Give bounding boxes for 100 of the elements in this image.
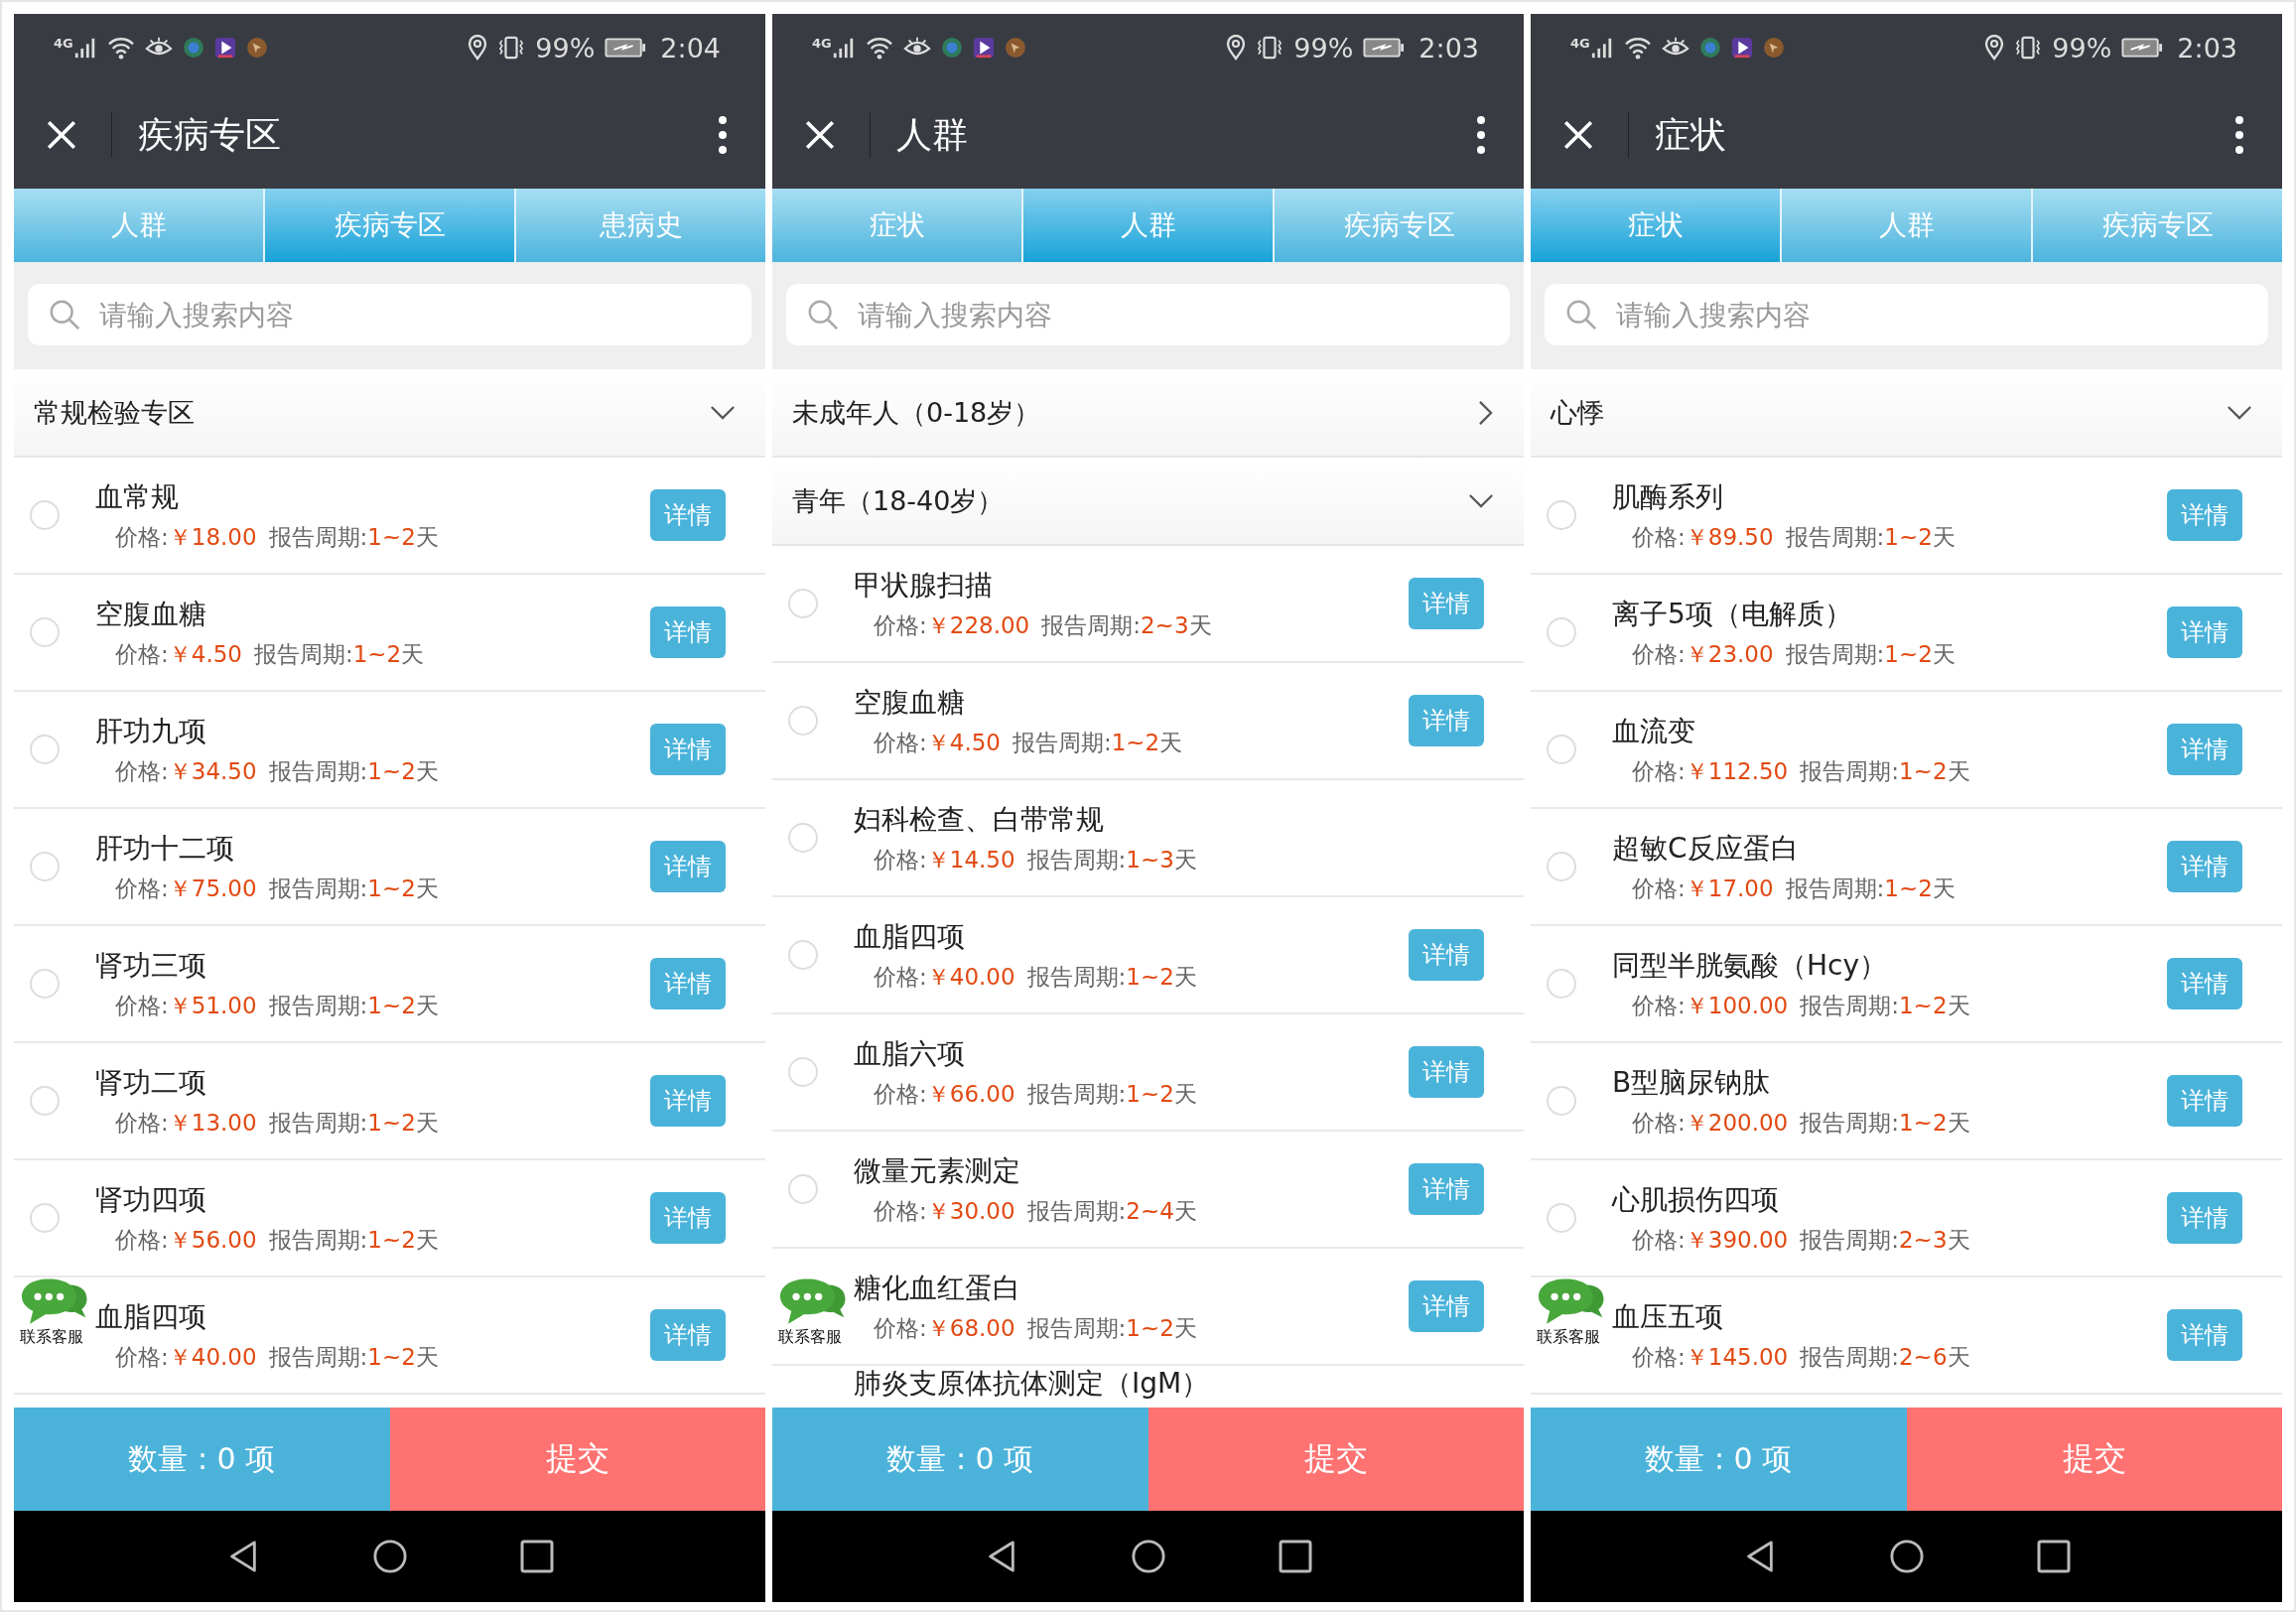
search-field[interactable]: 请输入搜索内容 [786, 284, 1510, 345]
radio-button[interactable] [788, 940, 818, 970]
price-label: 价格: [115, 874, 169, 901]
tab[interactable]: 疾病专区 [1273, 189, 1524, 262]
customer-service-button[interactable]: 联系客服 [20, 1277, 89, 1348]
period-label: 报告周期: [268, 1226, 368, 1253]
more-icon [718, 115, 728, 155]
battery-icon [1363, 37, 1406, 59]
period-label: 报告周期: [268, 757, 368, 784]
radio-button[interactable] [1547, 969, 1576, 999]
item-name: 血脂四项 [854, 918, 966, 955]
detail-button[interactable]: 详情 [2167, 1075, 2242, 1127]
network-label: 4G [812, 36, 832, 51]
signal-icon [831, 36, 856, 60]
detail-button[interactable]: 详情 [1409, 1163, 1484, 1215]
recents-button[interactable] [2036, 1540, 2071, 1573]
period-label: 报告周期: [1800, 1343, 1899, 1370]
detail-button[interactable]: 详情 [1409, 929, 1484, 981]
close-button[interactable] [46, 119, 77, 151]
radio-button[interactable] [788, 823, 818, 853]
close-button[interactable] [804, 119, 836, 151]
search-field[interactable]: 请输入搜索内容 [28, 284, 751, 345]
period-label: 报告周期: [1785, 874, 1885, 901]
radio-button[interactable] [30, 852, 60, 881]
tab[interactable]: 人群 [14, 189, 263, 262]
submit-button[interactable]: 提交 [389, 1408, 765, 1511]
home-button[interactable] [1889, 1540, 1924, 1573]
radio-button[interactable] [788, 1174, 818, 1204]
home-button[interactable] [1131, 1540, 1165, 1573]
radio-button[interactable] [30, 1203, 60, 1233]
item-name: 肝功九项 [95, 713, 207, 749]
radio-button[interactable] [1547, 500, 1576, 530]
period-value: 1~2 [1126, 963, 1174, 990]
quantity-bar: 数量 : 0 项 [772, 1408, 1148, 1511]
detail-button[interactable]: 详情 [1409, 1046, 1484, 1098]
price-label: 价格: [1632, 992, 1686, 1018]
app-icon [182, 37, 204, 59]
home-button[interactable] [372, 1540, 407, 1573]
radio-button[interactable] [1547, 1086, 1576, 1116]
detail-button[interactable]: 详情 [650, 841, 726, 892]
detail-button[interactable]: 详情 [650, 1192, 726, 1244]
quantity-bar: 数量 : 0 项 [1531, 1408, 1907, 1511]
tab[interactable]: 症状 [1531, 189, 1780, 262]
radio-button[interactable] [788, 589, 818, 618]
radio-button[interactable] [30, 617, 60, 647]
customer-service-button[interactable]: 联系客服 [1537, 1277, 1606, 1348]
period-unit: 天 [1173, 1080, 1197, 1107]
detail-button[interactable]: 详情 [650, 958, 726, 1009]
item-name: 肾功四项 [95, 1181, 207, 1218]
detail-button[interactable]: 详情 [650, 606, 726, 658]
price: ￥390.00 [1685, 1226, 1789, 1253]
period-value: 1~2 [1126, 1080, 1174, 1107]
radio-button[interactable] [1547, 617, 1576, 647]
customer-service-button[interactable]: 联系客服 [778, 1277, 848, 1348]
radio-button[interactable] [1547, 852, 1576, 881]
radio-button[interactable] [788, 706, 818, 736]
radio-button[interactable] [30, 735, 60, 764]
period-label: 报告周期: [268, 523, 368, 550]
tab[interactable]: 人群 [1780, 189, 2031, 262]
period-value: 2~6 [1899, 1343, 1948, 1370]
tab[interactable]: 患病史 [514, 189, 765, 262]
price: ￥89.50 [1685, 523, 1774, 550]
price: ￥100.00 [1685, 992, 1789, 1018]
radio-button[interactable] [30, 500, 60, 530]
price: ￥51.00 [168, 992, 257, 1018]
submit-button[interactable]: 提交 [1148, 1408, 1524, 1511]
detail-button[interactable]: 详情 [650, 489, 726, 541]
tab[interactable]: 症状 [772, 189, 1021, 262]
detail-button[interactable]: 详情 [650, 1075, 726, 1127]
recents-button[interactable] [519, 1540, 554, 1573]
search-field[interactable]: 请输入搜索内容 [1545, 284, 2268, 345]
radio-button[interactable] [30, 1086, 60, 1116]
more-icon [2234, 115, 2244, 155]
recents-icon [519, 1540, 554, 1573]
detail-button[interactable]: 详情 [2167, 606, 2242, 658]
submit-button[interactable]: 提交 [1906, 1408, 2282, 1511]
page-title: 症状 [1655, 112, 1727, 157]
tab[interactable]: 疾病专区 [263, 189, 514, 262]
group-title: 心悸 [1551, 395, 1604, 430]
item-name: 血脂六项 [854, 1035, 966, 1072]
detail-button[interactable]: 详情 [650, 1309, 726, 1361]
tab[interactable]: 人群 [1021, 189, 1273, 262]
detail-button[interactable]: 详情 [2167, 489, 2242, 541]
detail-button[interactable]: 详情 [2167, 724, 2242, 775]
radio-button[interactable] [1547, 1203, 1576, 1233]
detail-button[interactable]: 详情 [2167, 1192, 2242, 1244]
period-label: 报告周期: [1800, 757, 1899, 784]
detail-button[interactable]: 详情 [1409, 578, 1484, 629]
detail-button[interactable]: 详情 [2167, 1309, 2242, 1361]
detail-button[interactable]: 详情 [1409, 695, 1484, 746]
radio-button[interactable] [1547, 735, 1576, 764]
detail-button[interactable]: 详情 [1409, 1280, 1484, 1332]
radio-button[interactable] [30, 969, 60, 999]
detail-button[interactable]: 详情 [2167, 841, 2242, 892]
radio-button[interactable] [788, 1057, 818, 1087]
detail-button[interactable]: 详情 [2167, 958, 2242, 1009]
tab[interactable]: 疾病专区 [2031, 189, 2282, 262]
detail-button[interactable]: 详情 [650, 724, 726, 775]
close-button[interactable] [1562, 119, 1594, 151]
recents-button[interactable] [1278, 1540, 1312, 1573]
